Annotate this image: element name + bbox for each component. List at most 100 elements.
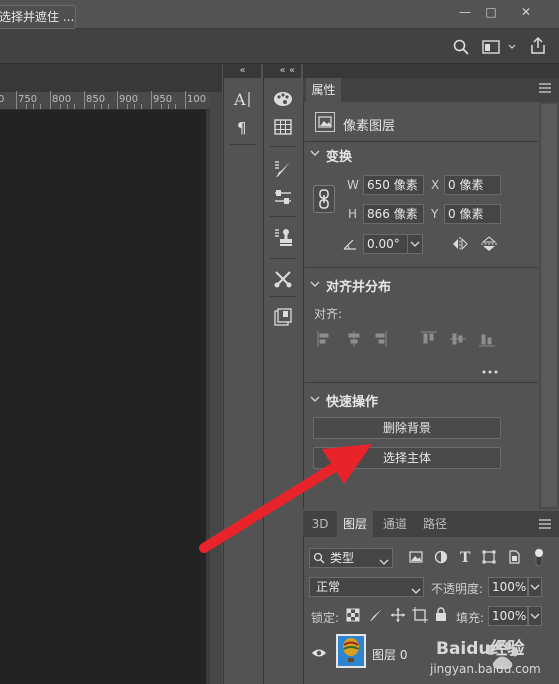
layer-type-label: 像素图层 (343, 119, 396, 134)
search-icon[interactable] (452, 38, 470, 56)
character-icon[interactable]: A (229, 86, 257, 112)
lock-artboard-icon[interactable] (412, 607, 428, 627)
brush-settings-icon[interactable] (269, 156, 297, 182)
filter-toggle[interactable] (532, 546, 546, 568)
opacity-field[interactable]: 100% (488, 577, 528, 597)
lock-label: 锁定: (311, 611, 340, 625)
angle-field[interactable]: 0.00° (363, 234, 408, 254)
watermark-brand: Baidu经验 (436, 639, 525, 659)
collapse-properties-button[interactable]: « (289, 64, 295, 78)
align-label: 对齐: (314, 307, 343, 321)
search-icon (313, 552, 325, 564)
quick-actions-section-title[interactable]: 快速操作 (326, 391, 378, 410)
canvas[interactable] (0, 110, 206, 684)
x-field[interactable]: 0 像素 (444, 175, 501, 195)
select-and-mask-button[interactable]: 选择并遮住 ... (0, 5, 76, 29)
close-icon: ✕ (520, 5, 532, 19)
width-label: W (347, 178, 359, 192)
ruler-tick: 750 (18, 94, 38, 105)
eye-icon[interactable] (311, 647, 327, 659)
layer-comps-icon[interactable] (269, 304, 297, 330)
svg-text:¶: ¶ (237, 119, 247, 136)
panel-dock-column-2: « (263, 64, 301, 684)
more-options-icon[interactable] (482, 364, 498, 374)
lock-position-icon[interactable] (390, 607, 406, 627)
lock-pixels-icon[interactable] (369, 608, 383, 626)
tab-3d[interactable]: 3D (305, 511, 335, 537)
ruler-tick: 900 (119, 94, 139, 105)
y-label: Y (431, 207, 439, 221)
chevron-down-icon[interactable] (310, 149, 320, 160)
type-filter-icon[interactable]: T (459, 549, 473, 569)
angle-icon (343, 238, 357, 250)
fill-dropdown[interactable] (528, 606, 542, 626)
tools-icon[interactable] (269, 266, 297, 292)
lock-transparent-icon[interactable] (346, 608, 360, 626)
palette-icon[interactable] (269, 86, 297, 112)
horizontal-ruler[interactable]: 0 750 800 850 900 950 100 (0, 91, 210, 110)
share-icon[interactable] (528, 36, 548, 56)
fill-label: 填充: (456, 611, 485, 625)
adjust-icon[interactable] (269, 184, 297, 210)
restore-button[interactable]: □ (475, 0, 507, 24)
properties-tab-bar (303, 78, 559, 102)
collapse-column-2-button[interactable]: « (264, 64, 301, 78)
close-button[interactable]: ✕ (510, 0, 542, 24)
minimize-icon: — (459, 5, 471, 19)
link-dimensions-button[interactable] (313, 185, 335, 213)
blend-mode-dropdown[interactable]: 正常 (309, 577, 424, 597)
pixel-filter-icon[interactable] (409, 550, 423, 568)
panel-dock-column-1: « A ¶ (223, 64, 261, 684)
x-label: X (431, 178, 440, 192)
height-label: H (348, 207, 358, 221)
watermark-url: jingyan.baidu.com (430, 662, 541, 676)
flip-horizontal-icon[interactable] (451, 236, 469, 252)
chevron-down-icon (379, 555, 389, 565)
clone-stamp-icon[interactable] (269, 224, 297, 250)
pixel-layer-icon (315, 112, 335, 132)
remove-background-button[interactable]: 删除背景 (313, 417, 501, 439)
lock-all-icon[interactable] (435, 607, 447, 626)
grid-icon[interactable] (269, 114, 297, 140)
angle-dropdown[interactable] (407, 234, 423, 254)
baidu-watermark: Baidu经验 jingyan.baidu.com (422, 632, 559, 684)
layer-thumbnail (336, 634, 366, 668)
chevron-down-icon (411, 584, 421, 594)
ruler-tick: 100 (187, 94, 207, 105)
select-subject-button[interactable]: 选择主体 (313, 447, 501, 469)
opacity-dropdown[interactable] (528, 577, 542, 597)
paragraph-icon[interactable]: ¶ (229, 114, 257, 140)
height-field[interactable]: 866 像素 (363, 204, 424, 224)
align-section-title[interactable]: 对齐并分布 (326, 276, 391, 295)
chevron-down-icon[interactable] (310, 395, 320, 406)
smart-object-filter-icon[interactable] (507, 550, 521, 568)
transform-section-title[interactable]: 变换 (326, 146, 352, 165)
tab-paths[interactable]: 路径 (416, 511, 454, 537)
opacity-label: 不透明度: (431, 582, 484, 596)
collapse-column-1-button[interactable]: « (224, 64, 261, 78)
document-tab-bar (0, 64, 222, 92)
workspace-icon[interactable] (482, 39, 516, 55)
properties-scroll-thumb[interactable] (541, 104, 557, 507)
tab-properties[interactable]: 属性 (306, 78, 341, 102)
panel-menu-icon[interactable] (538, 82, 552, 94)
flip-vertical-icon[interactable] (480, 236, 498, 252)
ruler-tick: 800 (52, 94, 72, 105)
svg-text:T: T (460, 550, 471, 565)
width-field[interactable]: 650 像素 (363, 175, 424, 195)
ruler-tick: 850 (86, 94, 106, 105)
tab-channels[interactable]: 通道 (375, 511, 415, 537)
chevron-down-icon[interactable] (310, 280, 320, 291)
tab-layers[interactable]: 图层 (337, 511, 373, 537)
adjustment-filter-icon[interactable] (434, 550, 448, 568)
pasteboard-strip (210, 92, 222, 684)
blend-mode-value: 正常 (316, 580, 341, 594)
svg-text:A: A (233, 90, 246, 109)
options-bar (0, 28, 559, 64)
shape-filter-icon[interactable] (482, 550, 496, 568)
fill-field[interactable]: 100% (488, 606, 528, 626)
layers-menu-icon[interactable] (538, 518, 552, 530)
restore-icon: □ (485, 5, 497, 19)
layer-name: 图层 0 (372, 648, 408, 662)
y-field[interactable]: 0 像素 (444, 204, 501, 224)
